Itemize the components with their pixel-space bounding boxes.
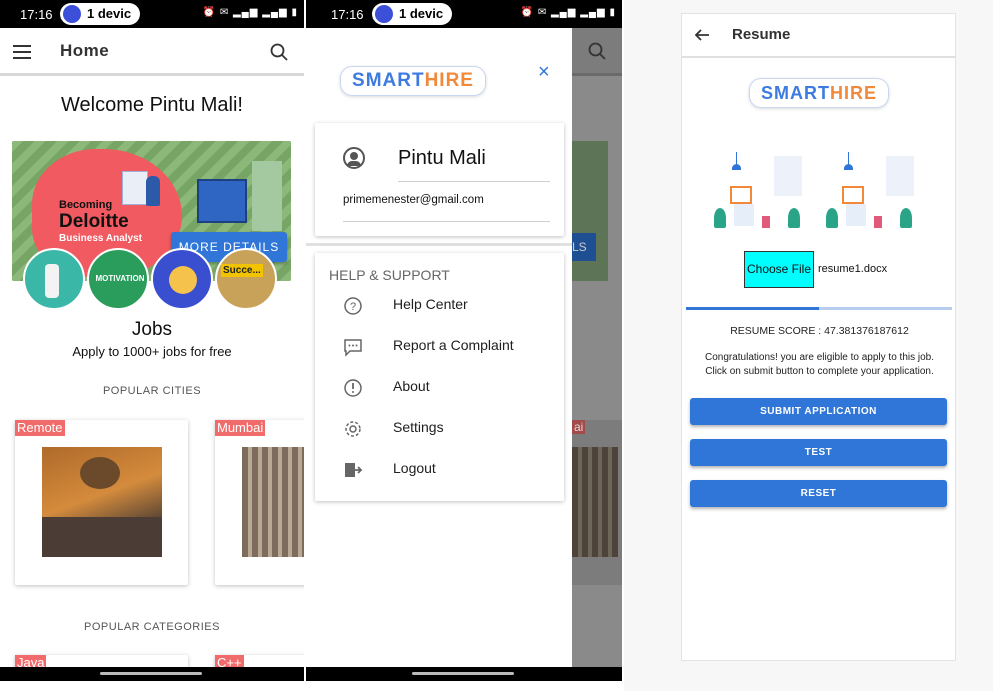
info-icon (343, 378, 363, 398)
message-line-1: Congratulations! you are eligible to app… (704, 352, 935, 363)
search-icon[interactable] (270, 43, 288, 61)
analyst-illustration (122, 171, 148, 205)
score-progress-track (686, 307, 952, 310)
drawer-item-label: Help Center (393, 296, 468, 312)
city-image (42, 447, 162, 557)
app-bar-title: Home (60, 41, 110, 60)
drawer-item-label: About (393, 378, 430, 394)
drawer-item-report-complaint[interactable]: Report a Complaint (315, 331, 565, 361)
welcome-text: Welcome Pintu Mali! (61, 94, 243, 116)
user-avatar-icon (343, 147, 365, 169)
chat-icon (343, 337, 363, 357)
status-time: 17:16 (20, 7, 53, 22)
home-screen: 17:16 1 devic ⏰ ✉ ▂▄▆ ▂▄▆ ▮ Home Welcome… (0, 0, 304, 681)
popular-cities-heading: POPULAR CITIES (102, 385, 202, 397)
status-bar: 17:16 1 devic ⏰ ✉ ▂▄▆ ▂▄▆ ▮ (306, 0, 622, 28)
city-illustration (252, 161, 282, 231)
menu-icon[interactable] (13, 45, 31, 59)
device-icon (63, 5, 81, 23)
resume-score: RESUME SCORE : 47.381376187612 (730, 325, 909, 337)
drawer-item-logout[interactable]: Logout (315, 454, 565, 484)
svg-text:?: ? (350, 301, 356, 313)
office-illustration-left (710, 152, 806, 232)
dimmed-city-card: ai (572, 420, 622, 585)
banner-line2: Deloitte (59, 211, 129, 232)
banner-line1: Becoming (59, 199, 113, 211)
dimmed-tag: ai (572, 420, 586, 434)
logo: SMARTHIRE (340, 66, 486, 96)
help-support-card: HELP & SUPPORT ? Help Center Report a Co… (315, 253, 564, 501)
nav-bar (306, 667, 622, 681)
category-circle-success[interactable]: Succe... (215, 248, 277, 310)
drawer-item-label: Settings (393, 419, 444, 435)
category-circle-3[interactable] (151, 248, 213, 310)
dimmed-app-bar (572, 28, 622, 76)
jobs-subtitle: Apply to 1000+ jobs for free (72, 344, 232, 359)
logout-icon (343, 460, 363, 480)
dimmed-banner-button: LS (572, 233, 596, 261)
status-bar: 17:16 1 devic ⏰ ✉ ▂▄▆ ▂▄▆ ▮ (0, 0, 304, 28)
analyst-figure (146, 176, 160, 206)
name-divider (398, 181, 550, 182)
status-icons: ⏰ ✉ ▂▄▆ ▂▄▆ ▮ (520, 7, 616, 18)
logo: SMARTHIRE (749, 78, 889, 108)
logo-smart: SMART (352, 70, 425, 91)
reset-button[interactable]: RESET (690, 480, 947, 507)
drawer-item-label: Logout (393, 460, 436, 476)
logo-hire: HIRE (424, 70, 474, 91)
app-bar: Home (0, 28, 304, 76)
city-card-remote[interactable]: Remote (15, 420, 188, 585)
home-indicator[interactable] (100, 672, 202, 675)
category-circle-motivation[interactable]: MOTIVATION (87, 248, 149, 310)
city-image (242, 447, 304, 557)
chart-illustration (197, 179, 247, 223)
file-name: resume1.docx (818, 263, 888, 275)
drawer-divider (306, 243, 572, 246)
back-arrow-icon[interactable] (694, 27, 710, 48)
user-email: primemenester@gmail.com (343, 194, 484, 206)
office-illustration-right (822, 152, 918, 232)
search-icon (588, 42, 606, 65)
banner-line3: Business Analyst (59, 233, 142, 244)
message-line-2: Click on submit button to complete your … (705, 366, 934, 377)
device-chip[interactable]: 1 devic (372, 3, 452, 25)
test-button[interactable]: TEST (690, 439, 947, 466)
section-heading: HELP & SUPPORT (329, 267, 450, 283)
submit-application-button[interactable]: SUBMIT APPLICATION (690, 398, 947, 425)
category-circle-1[interactable] (23, 248, 85, 310)
city-tag: Remote (15, 420, 65, 436)
help-icon: ? (343, 296, 363, 316)
logo-smart: SMART (760, 83, 830, 103)
profile-card: Pintu Mali primemenester@gmail.com (315, 123, 564, 236)
city-tag: Mumbai (215, 420, 266, 436)
drawer-item-settings[interactable]: Settings (315, 413, 565, 443)
jobs-title: Jobs (131, 319, 173, 340)
status-time: 17:16 (331, 7, 364, 22)
resume-title: Resume (732, 26, 791, 43)
drawer-item-about[interactable]: About (315, 372, 565, 402)
resume-app-bar: Resume (682, 14, 955, 58)
device-chip[interactable]: 1 devic (60, 3, 140, 25)
drawer-screen: 17:16 1 devic ⏰ ✉ ▂▄▆ ▂▄▆ ▮ LS ai SMARTH… (306, 0, 622, 681)
resume-screen: Resume SMARTHIRE Choose File resume1.doc… (681, 13, 956, 661)
status-icons: ⏰ ✉ ▂▄▆ ▂▄▆ ▮ (202, 7, 298, 18)
drawer-item-help-center[interactable]: ? Help Center (315, 290, 565, 320)
gear-icon (343, 419, 363, 439)
drawer-item-label: Report a Complaint (393, 337, 514, 353)
logo-hire: HIRE (829, 83, 877, 103)
nav-bar (0, 667, 304, 681)
city-card-mumbai[interactable]: Mumbai (215, 420, 304, 585)
device-icon (375, 5, 393, 23)
user-name: Pintu Mali (398, 147, 486, 169)
dimmed-banner: LS (572, 141, 608, 281)
close-icon[interactable]: × (538, 62, 550, 82)
score-progress-fill (686, 307, 819, 310)
email-divider (343, 221, 550, 222)
nav-drawer: SMARTHIRE × Pintu Mali primemenester@gma… (306, 28, 572, 667)
choose-file-button[interactable]: Choose File (744, 251, 814, 288)
popular-categories-heading: POPULAR CATEGORIES (84, 621, 220, 633)
home-indicator[interactable] (412, 672, 514, 675)
